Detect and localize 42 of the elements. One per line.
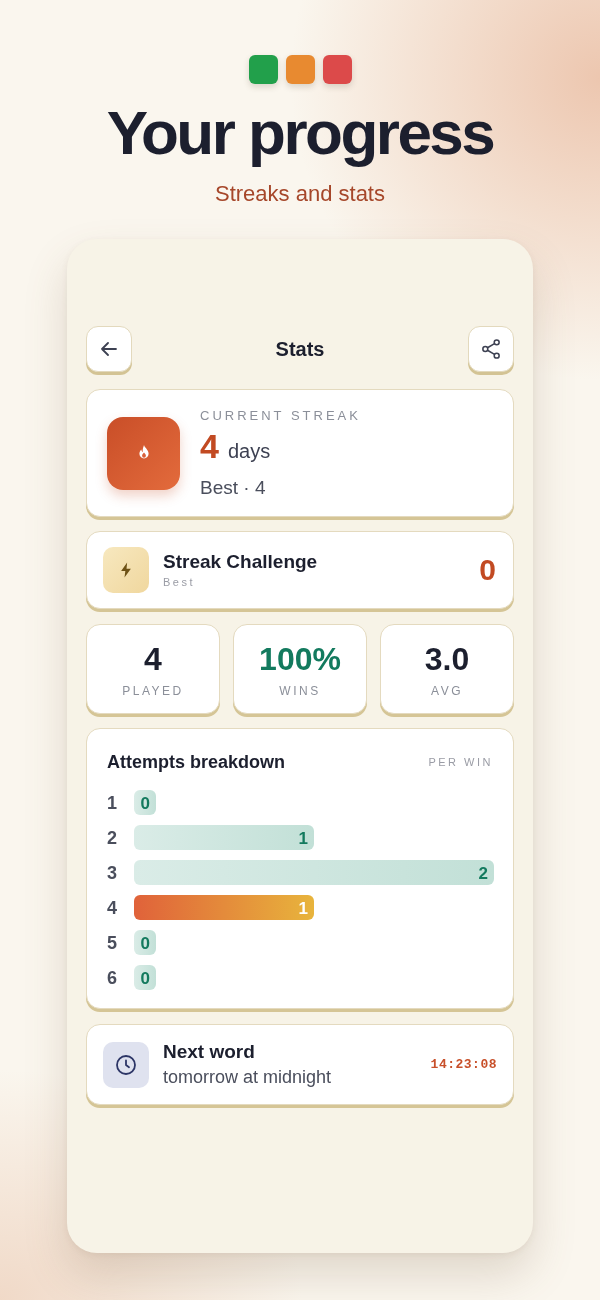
challenge-title: Streak Challenge [163, 551, 318, 573]
bar [134, 965, 156, 990]
category-label: 4 [107, 898, 117, 918]
attempts-title: Attempts breakdown [107, 751, 286, 773]
category-label: 1 [107, 793, 117, 813]
category-label: 6 [107, 968, 117, 988]
bar-value: 2 [478, 863, 488, 883]
streak-count: 4 [200, 427, 219, 464]
bar-value: 0 [140, 968, 150, 988]
category-label: 5 [107, 933, 117, 953]
back-button[interactable] [86, 326, 132, 372]
stat-value: 100% [259, 640, 341, 677]
clock-icon [103, 1041, 149, 1088]
share-button[interactable] [468, 326, 514, 372]
bar-value: 1 [298, 828, 308, 848]
streak-unit: days [227, 438, 271, 464]
stat-label: AVG [431, 683, 463, 698]
screen-title: Stats [275, 337, 325, 361]
hero-subtitle: Streaks and stats [214, 181, 386, 207]
bar [134, 790, 156, 815]
challenge-subtitle: Best [163, 575, 196, 589]
bar-value: 0 [140, 933, 150, 953]
challenge-score: 0 [479, 553, 496, 587]
lightning-icon [103, 547, 149, 593]
stat-value: 3.0 [424, 640, 470, 677]
stat-value: 4 [144, 640, 162, 677]
stat-label: WINS [279, 683, 321, 698]
attempts-note: PER WIN [428, 755, 493, 769]
flame-icon [107, 416, 180, 490]
streak-label: CURRENT STREAK [200, 407, 361, 424]
bar-value: 1 [298, 898, 308, 918]
stat-label: PLAYED [122, 683, 184, 698]
next-word-title: Next word [163, 1041, 256, 1063]
countdown-timer: 14:23:08 [430, 1057, 497, 1072]
bar [134, 930, 156, 955]
arrow-left-icon [101, 342, 117, 356]
next-word-time: tomorrow at midnight [163, 1066, 332, 1088]
best-streak: Best · 4 [200, 476, 267, 499]
share-icon [482, 339, 500, 359]
category-label: 3 [107, 863, 117, 883]
bar-value: 0 [140, 793, 150, 813]
category-label: 2 [107, 828, 117, 848]
